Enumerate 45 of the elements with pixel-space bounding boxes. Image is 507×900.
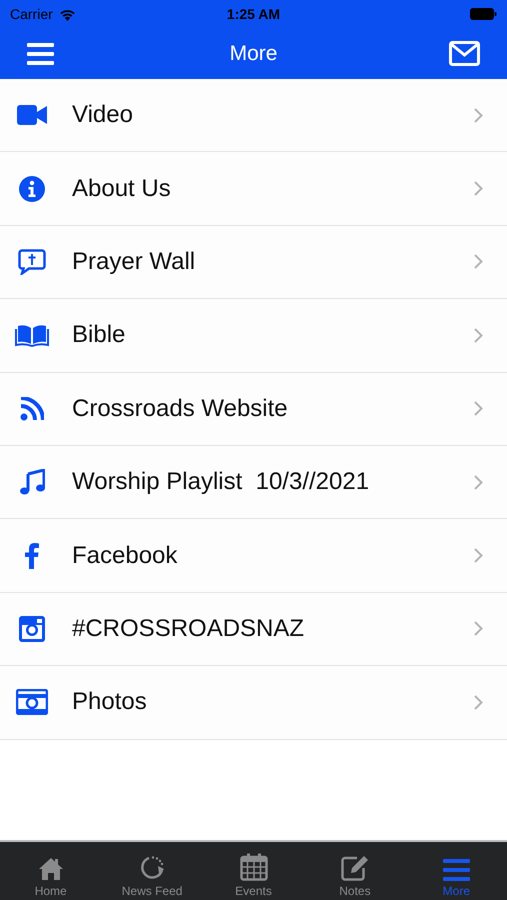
tab[interactable]: Notes bbox=[304, 842, 406, 900]
chevron-icon bbox=[474, 694, 483, 710]
chevron-icon bbox=[474, 254, 483, 270]
menu-item-label: Video bbox=[72, 100, 134, 130]
camera-icon bbox=[16, 689, 48, 716]
instagram-icon bbox=[19, 616, 45, 642]
tab[interactable]: Home bbox=[0, 842, 102, 900]
tab[interactable]: Events bbox=[202, 842, 304, 900]
chevron-icon bbox=[474, 621, 483, 636]
wifi-icon bbox=[58, 8, 76, 20]
menu-item[interactable]: #CROSSROADSNAZ bbox=[0, 592, 507, 666]
carrier-name: Carrier bbox=[10, 4, 53, 24]
chevron-icon bbox=[474, 328, 483, 343]
house-icon bbox=[38, 857, 64, 881]
mail-icon[interactable] bbox=[449, 41, 480, 66]
menu-item-label: Worship Playlist 10/3//2021 bbox=[72, 467, 370, 498]
info-icon bbox=[19, 176, 45, 202]
chevron-icon bbox=[474, 474, 483, 490]
menu-item-label: Prayer Wall bbox=[72, 246, 196, 277]
refresh-icon bbox=[139, 855, 166, 881]
tab[interactable]: News Feed bbox=[101, 842, 203, 900]
menu-item-label: Facebook bbox=[72, 540, 178, 571]
status-time: 1:25 AM bbox=[226, 4, 280, 24]
menu-item-label: Bible bbox=[72, 320, 126, 350]
chevron-icon bbox=[474, 401, 483, 416]
screen-title: More bbox=[230, 40, 278, 67]
chevron-icon bbox=[474, 181, 483, 196]
rss-icon bbox=[20, 396, 44, 421]
chevron-icon bbox=[474, 548, 483, 564]
menu-item-label: Crossroads Website bbox=[72, 394, 289, 424]
battery-icon bbox=[470, 8, 497, 20]
calendar-icon bbox=[240, 853, 268, 881]
menu-item-label: #CROSSROADSNAZ bbox=[72, 614, 306, 644]
edit-note-icon bbox=[340, 855, 369, 881]
menu-item-label: About Us bbox=[72, 174, 172, 204]
chevron-icon bbox=[474, 108, 483, 123]
menu-item-label: Photos bbox=[72, 687, 148, 718]
menu-icon bbox=[442, 859, 470, 881]
music-note-icon bbox=[19, 469, 45, 496]
menu-icon[interactable] bbox=[27, 42, 54, 64]
video-camera-icon bbox=[17, 104, 47, 126]
open-book-icon bbox=[15, 323, 49, 348]
chat-cross-icon bbox=[18, 248, 46, 275]
facebook-icon bbox=[25, 542, 39, 569]
menu-item[interactable]: Crossroads Website bbox=[0, 372, 507, 446]
